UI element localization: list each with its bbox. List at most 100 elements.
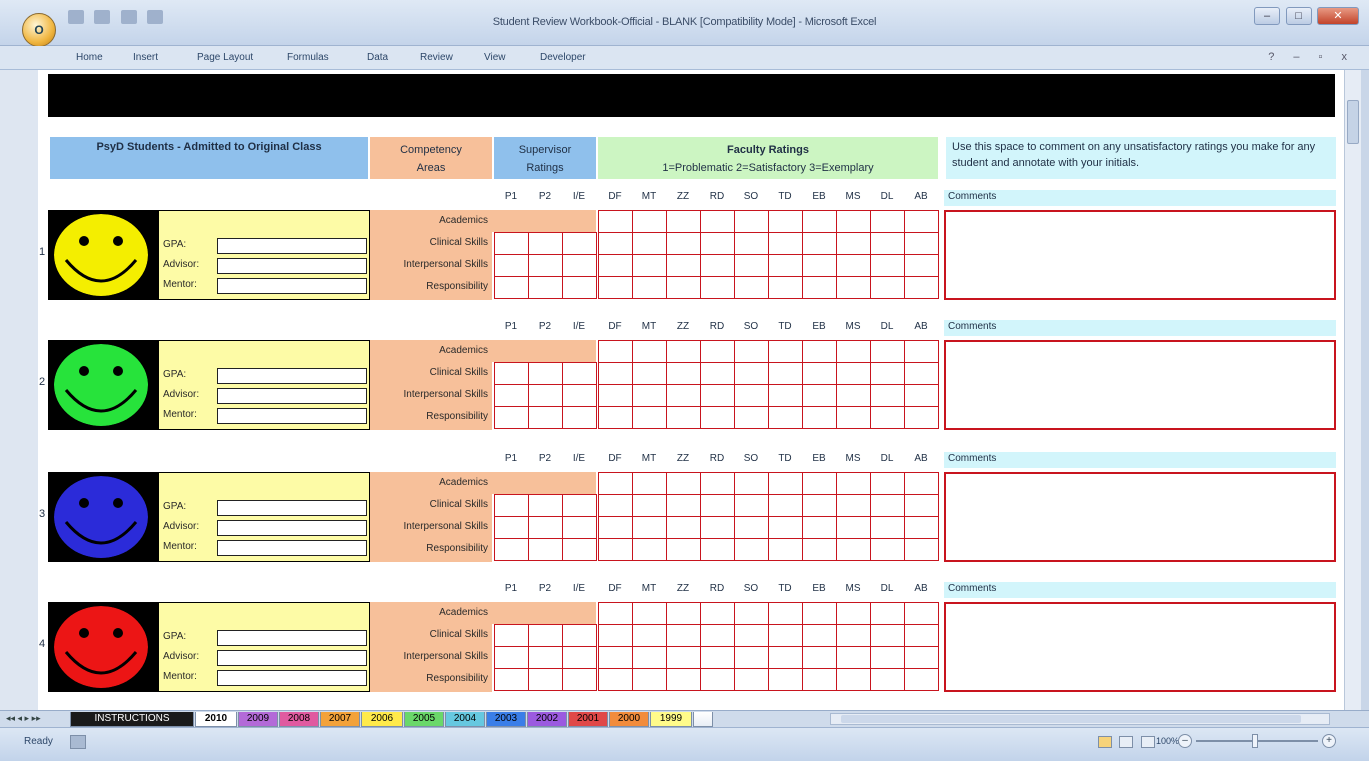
rating-cell[interactable] [700,362,735,385]
rating-cell[interactable] [666,340,701,363]
rating-cell[interactable] [598,384,633,407]
rating-cell[interactable] [870,516,905,539]
rating-cell[interactable] [528,362,563,385]
rating-cell[interactable] [836,210,871,233]
maximize-button[interactable]: □ [1285,7,1312,25]
comments-textbox[interactable] [944,602,1336,692]
zoom-out-button[interactable]: – [1178,734,1192,748]
rating-cell[interactable] [836,406,871,429]
rating-cell[interactable] [904,232,939,255]
rating-cell[interactable] [494,538,529,561]
rating-cell[interactable] [904,254,939,277]
rating-cell[interactable] [598,254,633,277]
sheet-tab[interactable]: 2009 [238,712,278,727]
rating-cell[interactable] [598,668,633,691]
rating-cell[interactable] [768,276,803,299]
rating-cell[interactable] [666,516,701,539]
rating-cell[interactable] [598,232,633,255]
rating-cell[interactable] [528,516,563,539]
rating-cell[interactable] [632,362,667,385]
vertical-scroll-thumb[interactable] [1347,100,1359,144]
rating-cell[interactable] [562,232,597,255]
rating-cell[interactable] [870,276,905,299]
rating-cell[interactable] [768,362,803,385]
sheet-tab[interactable]: 2007 [320,712,360,727]
rating-cell[interactable] [734,646,769,669]
rating-cell[interactable] [802,254,837,277]
rating-cell[interactable] [734,384,769,407]
rating-cell[interactable] [528,668,563,691]
page-break-view-button[interactable] [1140,736,1155,748]
rating-cell[interactable] [870,602,905,625]
rating-cell[interactable] [734,668,769,691]
tab-data[interactable]: Data [367,52,388,63]
rating-cell[interactable] [632,384,667,407]
rating-cell[interactable] [562,668,597,691]
rating-cell[interactable] [666,624,701,647]
sheet-tab[interactable]: 2002 [527,712,567,727]
rating-cell[interactable] [562,494,597,517]
page-layout-view-button[interactable] [1119,736,1134,748]
rating-cell[interactable] [598,276,633,299]
rating-cell[interactable] [632,624,667,647]
rating-cell[interactable] [870,494,905,517]
rating-cell[interactable] [494,406,529,429]
rating-cell[interactable] [836,668,871,691]
rating-cell[interactable] [904,340,939,363]
rating-cell[interactable] [734,406,769,429]
sheet-tab[interactable]: 1999 [650,712,692,727]
rating-cell[interactable] [632,254,667,277]
rating-cell[interactable] [598,494,633,517]
tab-formulas[interactable]: Formulas [287,52,329,63]
normal-view-button[interactable] [1098,736,1112,748]
rating-cell[interactable] [598,210,633,233]
rating-cell[interactable] [700,646,735,669]
rating-cell[interactable] [836,646,871,669]
rating-cell[interactable] [598,646,633,669]
rating-cell[interactable] [904,276,939,299]
rating-cell[interactable] [666,668,701,691]
macro-record-icon[interactable] [70,735,86,749]
rating-cell[interactable] [836,624,871,647]
rating-cell[interactable] [700,494,735,517]
rating-cell[interactable] [870,538,905,561]
rating-cell[interactable] [802,210,837,233]
rating-cell[interactable] [734,538,769,561]
rating-cell[interactable] [802,232,837,255]
advisor-input[interactable] [217,258,367,274]
sheet-nav-buttons[interactable]: ◂◂ ◂ ▸ ▸▸ [6,713,41,724]
rating-cell[interactable] [802,538,837,561]
rating-cell[interactable] [870,362,905,385]
rating-cell[interactable] [494,362,529,385]
mentor-input[interactable] [217,670,367,686]
rating-cell[interactable] [632,276,667,299]
rating-cell[interactable] [528,494,563,517]
rating-cell[interactable] [870,472,905,495]
rating-cell[interactable] [632,472,667,495]
zoom-slider-thumb[interactable] [1252,734,1258,748]
rating-cell[interactable] [494,646,529,669]
sheet-tab[interactable]: 2000 [609,712,649,727]
rating-cell[interactable] [666,602,701,625]
tab-insert[interactable]: Insert [133,52,158,63]
rating-cell[interactable] [904,472,939,495]
rating-cell[interactable] [734,602,769,625]
rating-cell[interactable] [870,232,905,255]
rating-cell[interactable] [632,210,667,233]
rating-cell[interactable] [802,494,837,517]
rating-cell[interactable] [700,406,735,429]
rating-cell[interactable] [904,516,939,539]
rating-cell[interactable] [494,624,529,647]
rating-cell[interactable] [870,624,905,647]
sheet-tab[interactable]: INSTRUCTIONS [70,712,194,727]
rating-cell[interactable] [768,472,803,495]
rating-cell[interactable] [768,494,803,517]
rating-cell[interactable] [768,538,803,561]
rating-cell[interactable] [700,384,735,407]
vertical-scrollbar[interactable] [1344,70,1361,710]
rating-cell[interactable] [666,646,701,669]
rating-cell[interactable] [528,232,563,255]
rating-cell[interactable] [562,384,597,407]
rating-cell[interactable] [598,624,633,647]
rating-cell[interactable] [700,210,735,233]
